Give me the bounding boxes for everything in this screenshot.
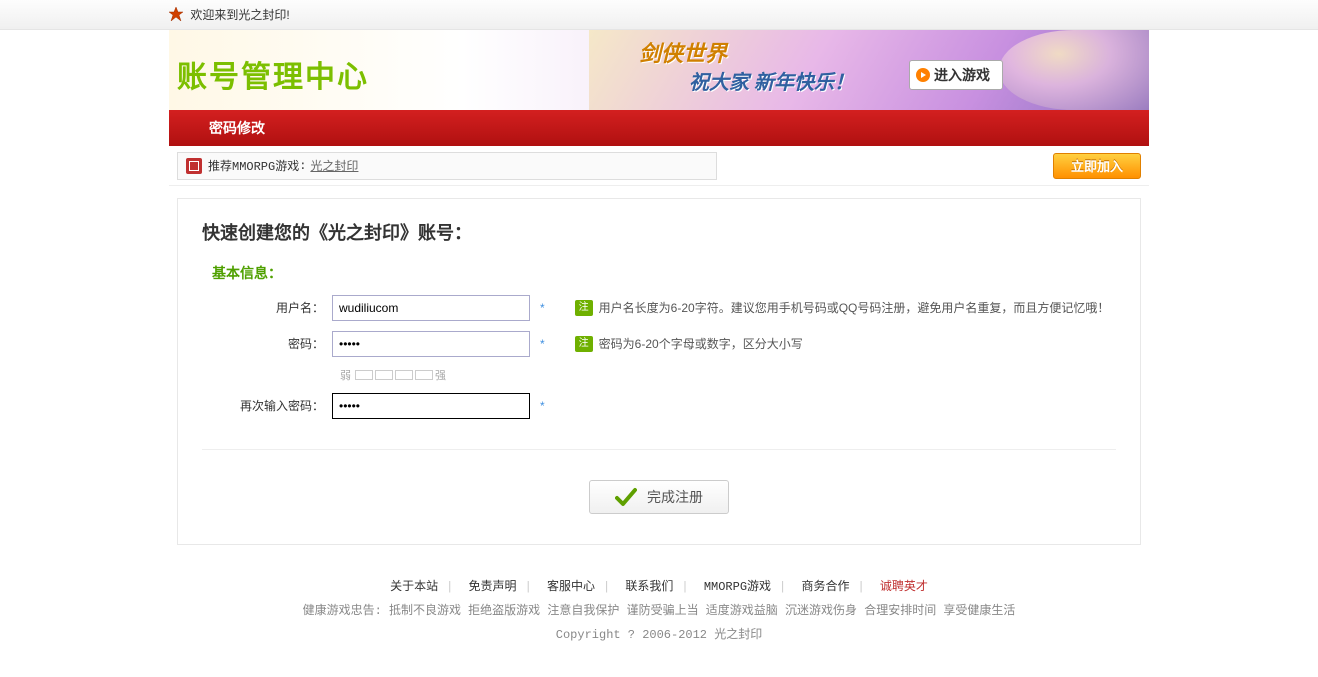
required-star: *	[540, 331, 545, 357]
strength-box	[375, 370, 393, 380]
password-label: 密码：	[202, 331, 332, 357]
password-input[interactable]	[332, 331, 530, 357]
username-input[interactable]	[332, 295, 530, 321]
footer-link-business[interactable]: 商务合作	[801, 580, 849, 594]
section-header-bar: 密码修改	[169, 110, 1149, 146]
strength-weak-label: 弱	[340, 367, 351, 383]
submit-row: 完成注册	[202, 449, 1116, 514]
recommend-icon	[186, 158, 202, 174]
footer-link-jobs[interactable]: 诚聘英才	[880, 580, 928, 594]
footer-link-support[interactable]: 客服中心	[547, 580, 595, 594]
username-label: 用户名：	[202, 295, 332, 321]
password-strength-meter: 弱 强	[340, 367, 1116, 383]
footer-link-contact[interactable]: 联系我们	[625, 580, 673, 594]
recommend-label: 推荐MMORPG游戏	[208, 157, 299, 174]
hint-badge-icon: 注	[575, 336, 593, 352]
footer-links: 关于本站| 免责声明| 客服中心| 联系我们| MMORPG游戏| 商务合作| …	[169, 575, 1149, 599]
recommend-box: 推荐MMORPG游戏 : 光之封印	[177, 152, 717, 180]
hint-badge-icon: 注	[575, 300, 593, 316]
form-title: 快速创建您的《光之封印》账号：	[202, 219, 1116, 245]
banner-title: 剑侠世界	[639, 36, 727, 68]
required-star: *	[540, 393, 545, 419]
join-now-button[interactable]: 立即加入	[1053, 153, 1141, 179]
character-art	[999, 30, 1149, 110]
logo: 账号管理中心	[177, 52, 369, 96]
main-form-box: 快速创建您的《光之封印》账号： 基本信息： 用户名： * 注 用户名长度为6-2…	[177, 198, 1141, 545]
footer-link-about[interactable]: 关于本站	[390, 580, 438, 594]
confirm-password-input[interactable]	[332, 393, 530, 419]
topbar: 欢迎来到光之封印!	[0, 0, 1318, 30]
recommend-row: 推荐MMORPG游戏 : 光之封印 立即加入	[169, 146, 1149, 186]
form-section-title: 基本信息：	[202, 263, 1116, 283]
welcome-text: 欢迎来到光之封印!	[190, 8, 289, 22]
star-icon	[169, 2, 183, 16]
footer-link-games[interactable]: MMORPG游戏	[704, 580, 771, 594]
check-icon	[615, 486, 637, 508]
footer-health-advice: 健康游戏忠告: 抵制不良游戏 拒绝盗版游戏 注意自我保护 谨防受骗上当 适度游戏…	[169, 599, 1149, 623]
strength-box	[395, 370, 413, 380]
footer-copyright: Copyright ? 2006-2012 光之封印	[169, 623, 1149, 647]
recommend-game-link[interactable]: 光之封印	[310, 157, 358, 174]
enter-game-button[interactable]: 进入游戏	[909, 60, 1003, 90]
header: 账号管理中心 剑侠世界 祝大家 新年快乐！ 进入游戏	[169, 30, 1149, 110]
username-hint: 注 用户名长度为6-20字符。建议您用手机号码或QQ号码注册，避免用户名重复，而…	[575, 295, 1110, 321]
strength-box	[415, 370, 433, 380]
banner: 剑侠世界 祝大家 新年快乐！ 进入游戏	[589, 30, 1149, 110]
strength-strong-label: 强	[435, 367, 446, 383]
password-hint: 注 密码为6-20个字母或数字，区分大小写	[575, 331, 803, 357]
confirm-password-row: 再次输入密码： *	[202, 393, 1116, 419]
password-row: 密码： * 注 密码为6-20个字母或数字，区分大小写	[202, 331, 1116, 357]
footer: 关于本站| 免责声明| 客服中心| 联系我们| MMORPG游戏| 商务合作| …	[169, 575, 1149, 677]
required-star: *	[540, 295, 545, 321]
section-header-title: 密码修改	[209, 120, 265, 136]
submit-button[interactable]: 完成注册	[589, 480, 729, 514]
footer-link-disclaimer[interactable]: 免责声明	[469, 580, 517, 594]
banner-subtitle: 祝大家 新年快乐！	[689, 66, 854, 95]
username-row: 用户名： * 注 用户名长度为6-20字符。建议您用手机号码或QQ号码注册，避免…	[202, 295, 1116, 321]
confirm-password-label: 再次输入密码：	[202, 393, 332, 419]
strength-box	[355, 370, 373, 380]
